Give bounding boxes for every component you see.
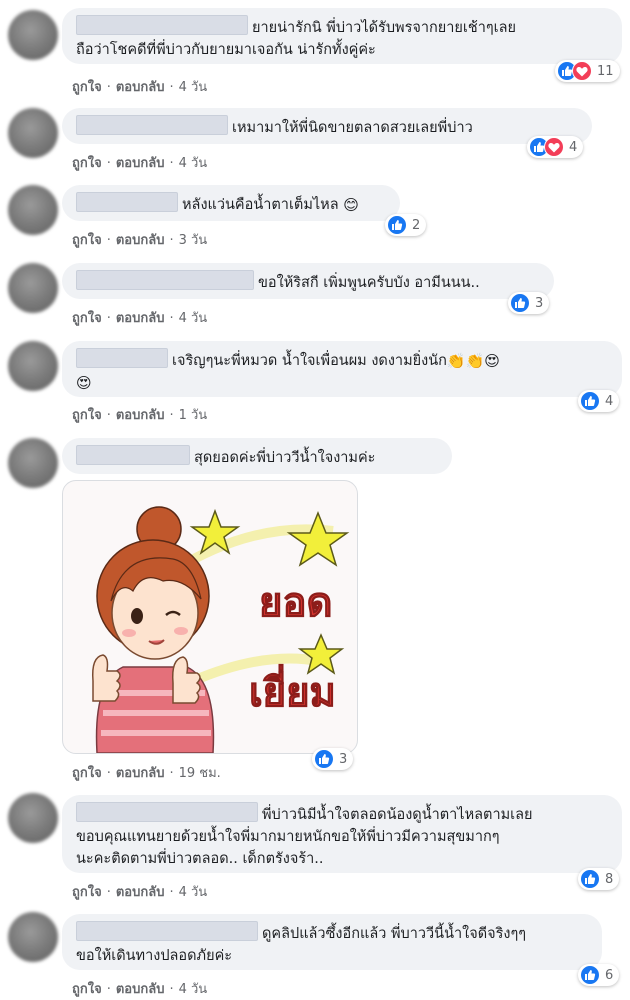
reply-button[interactable]: ตอบกลับ <box>116 766 165 781</box>
reaction-summary[interactable]: 4 <box>578 390 620 412</box>
comment-actions: ถูกใจ · ตอบกลับ · 4 วัน <box>72 156 208 171</box>
reply-button[interactable]: ตอบกลับ <box>116 885 165 900</box>
reaction-count: 2 <box>412 217 421 233</box>
comment-bubble: ดูคลิปแล้วซึ้งอีกแล้ว พี่บาววีนี้น้ำใจดี… <box>62 914 602 970</box>
timestamp[interactable]: 4 วัน <box>179 156 208 171</box>
sticker-image[interactable]: ยอด เยี่ยม <box>62 480 358 754</box>
reaction-count: 4 <box>569 139 578 155</box>
like-button[interactable]: ถูกใจ <box>72 885 102 900</box>
commenter-name[interactable] <box>76 445 190 465</box>
comment-text: ขอบคุณแทนยายด้วยน้ำใจพี่มากมายหนักขอให้พ… <box>76 829 500 845</box>
timestamp[interactable]: 3 วัน <box>179 233 208 248</box>
reply-button[interactable]: ตอบกลับ <box>116 156 165 171</box>
avatar[interactable] <box>8 438 58 488</box>
reaction-count: 8 <box>605 871 614 887</box>
reaction-summary[interactable]: 6 <box>578 964 620 986</box>
comment-text: เจริญๆนะพี่หมวด น้ำใจเพื่อนผม งดงามยิ่งน… <box>172 353 447 369</box>
comment-bubble: เจริญๆนะพี่หมวด น้ำใจเพื่อนผม งดงามยิ่งน… <box>62 341 622 397</box>
avatar[interactable] <box>8 108 58 158</box>
comment-bubble: ยายน่ารักนิ พี่บ่าวได้รับพรจากยายเช้าๆเล… <box>62 8 622 64</box>
comment-actions: ถูกใจ · ตอบกลับ · 19 ชม. <box>72 766 221 781</box>
comment-text: ขอให้ริสกี เพิ่มพูนครับบัง อามีนนน.. <box>258 275 480 291</box>
comment-text: ขอให้เดินทางปลอดภัยค่ะ <box>76 948 233 964</box>
avatar[interactable] <box>8 185 58 235</box>
comment-text: นะคะติดตามพี่บ่าวตลอด.. เด็กตรังจร้า.. <box>76 851 324 867</box>
commenter-name[interactable] <box>76 115 228 135</box>
sticker-illustration: ยอด เยี่ยม <box>91 506 350 753</box>
comment-text: พี่บ่าวนิมีน้ำใจตลอดน้องดูน้ำตาไหลตามเลย <box>262 807 533 823</box>
reaction-summary[interactable]: 2 <box>385 214 427 236</box>
like-icon <box>510 293 530 313</box>
reaction-count: 6 <box>605 967 614 983</box>
timestamp[interactable]: 4 วัน <box>179 80 208 95</box>
timestamp[interactable]: 1 วัน <box>179 408 208 423</box>
comment-actions: ถูกใจ · ตอบกลับ · 4 วัน <box>72 80 208 95</box>
commenter-name[interactable] <box>76 921 258 941</box>
reaction-count: 3 <box>339 751 348 767</box>
commenter-name[interactable] <box>76 192 178 212</box>
avatar[interactable] <box>8 10 58 60</box>
like-icon <box>580 869 600 889</box>
like-button[interactable]: ถูกใจ <box>72 156 102 171</box>
comment-bubble: หลังแว่นคือน้ำตาเต็มไหล 😊 <box>62 185 400 221</box>
commenter-name[interactable] <box>76 348 168 368</box>
reply-button[interactable]: ตอบกลับ <box>116 80 165 95</box>
avatar[interactable] <box>8 341 58 391</box>
sticker-text: เยี่ยม <box>249 664 336 716</box>
like-button[interactable]: ถูกใจ <box>72 766 102 781</box>
timestamp[interactable]: 4 วัน <box>179 982 208 997</box>
reaction-summary[interactable]: 3 <box>508 292 550 314</box>
comment-bubble: สุดยอดค่ะพี่บ่าววีน้ำใจงามค่ะ <box>62 438 452 474</box>
heart-eyes-emoji-icon: 😍 <box>76 374 92 392</box>
comment-bubble: ขอให้ริสกี เพิ่มพูนครับบัง อามีนนน.. <box>62 263 554 299</box>
timestamp[interactable]: 4 วัน <box>179 311 208 326</box>
comment-actions: ถูกใจ · ตอบกลับ · 4 วัน <box>72 982 208 997</box>
commenter-name[interactable] <box>76 270 254 290</box>
like-icon <box>580 391 600 411</box>
like-icon <box>314 749 334 769</box>
commenter-name[interactable] <box>76 15 248 35</box>
love-icon <box>544 137 564 157</box>
timestamp[interactable]: 19 ชม. <box>179 766 221 781</box>
like-button[interactable]: ถูกใจ <box>72 311 102 326</box>
comment-text: หลังแว่นคือน้ำตาเต็มไหล <box>182 197 339 213</box>
comment-actions: ถูกใจ · ตอบกลับ · 3 วัน <box>72 233 208 248</box>
sticker-text: ยอด <box>259 580 332 626</box>
reply-button[interactable]: ตอบกลับ <box>116 982 165 997</box>
love-icon <box>572 61 592 81</box>
like-icon <box>580 965 600 985</box>
reaction-summary[interactable]: 4 <box>527 136 584 158</box>
timestamp[interactable]: 4 วัน <box>179 885 208 900</box>
reaction-count: 11 <box>597 63 614 79</box>
comment-actions: ถูกใจ · ตอบกลับ · 4 วัน <box>72 885 208 900</box>
avatar[interactable] <box>8 912 58 962</box>
comment-text: ดูคลิปแล้วซึ้งอีกแล้ว พี่บาววีนี้น้ำใจดี… <box>262 926 527 942</box>
reply-button[interactable]: ตอบกลับ <box>116 233 165 248</box>
commenter-name[interactable] <box>76 802 258 822</box>
comment-text: เหมามาให้พี่นิดขายตลาดสวยเลยพี่บ่าว <box>232 120 473 136</box>
like-button[interactable]: ถูกใจ <box>72 982 102 997</box>
reaction-count: 4 <box>605 393 614 409</box>
reaction-summary[interactable]: 3 <box>312 748 354 770</box>
comment-text: ถือว่าโชคดีที่พี่บ่าวกับยายมาเจอกัน น่าร… <box>76 42 376 58</box>
comment-bubble: เหมามาให้พี่นิดขายตลาดสวยเลยพี่บ่าว <box>62 108 592 144</box>
comment-bubble: พี่บ่าวนิมีน้ำใจตลอดน้องดูน้ำตาไหลตามเลย… <box>62 795 622 873</box>
like-button[interactable]: ถูกใจ <box>72 80 102 95</box>
reaction-summary[interactable]: 11 <box>555 60 620 82</box>
like-button[interactable]: ถูกใจ <box>72 408 102 423</box>
smiling-emoji-icon: 😊 <box>343 196 359 214</box>
reply-button[interactable]: ตอบกลับ <box>116 311 165 326</box>
comment-text: ยายน่ารักนิ พี่บ่าวได้รับพรจากยายเช้าๆเล… <box>252 20 516 36</box>
reaction-summary[interactable]: 8 <box>578 868 620 890</box>
avatar[interactable] <box>8 263 58 313</box>
reaction-count: 3 <box>535 295 544 311</box>
avatar[interactable] <box>8 793 58 843</box>
reply-button[interactable]: ตอบกลับ <box>116 408 165 423</box>
like-button[interactable]: ถูกใจ <box>72 233 102 248</box>
like-icon <box>387 215 407 235</box>
comment-text: สุดยอดค่ะพี่บ่าววีน้ำใจงามค่ะ <box>194 450 376 466</box>
comment-actions: ถูกใจ · ตอบกลับ · 4 วัน <box>72 311 208 326</box>
clapping-heart-eyes-emoji-icon: 👏👏😍 <box>446 352 500 370</box>
comment-actions: ถูกใจ · ตอบกลับ · 1 วัน <box>72 408 208 423</box>
